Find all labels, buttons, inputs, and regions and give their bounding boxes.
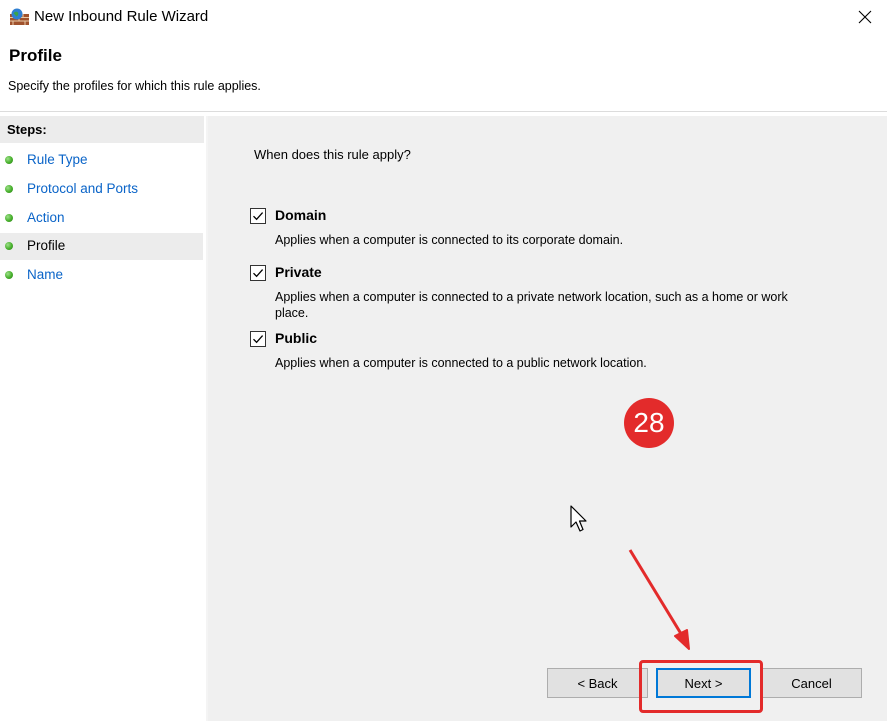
- question-label: When does this rule apply?: [254, 147, 411, 162]
- sidebar-item-protocol-and-ports[interactable]: Protocol and Ports: [0, 176, 203, 203]
- firewall-icon: [10, 8, 29, 25]
- next-button-highlight: [639, 660, 763, 713]
- step-status-icon: [5, 242, 13, 250]
- window-title: New Inbound Rule Wizard: [34, 8, 209, 25]
- sidebar-item-label: Name: [27, 267, 64, 282]
- public-description: Applies when a computer is connected to …: [275, 356, 647, 370]
- cancel-button[interactable]: Cancel: [761, 668, 862, 698]
- steps-heading: Steps:: [0, 116, 204, 143]
- back-button[interactable]: < Back: [547, 668, 648, 698]
- sidebar-item-rule-type[interactable]: Rule Type: [0, 147, 203, 174]
- checkmark-icon: [253, 212, 264, 221]
- sidebar-item-label: Protocol and Ports: [27, 181, 139, 196]
- step-status-icon: [5, 214, 13, 222]
- sidebar-item-label: Profile: [27, 238, 66, 253]
- main-panel: When does this rule apply? Domain Applie…: [208, 116, 887, 721]
- step-status-icon: [5, 271, 13, 279]
- public-checkbox[interactable]: [250, 331, 266, 347]
- step-status-icon: [5, 156, 13, 164]
- public-label[interactable]: Public: [275, 330, 317, 346]
- close-icon: [858, 10, 872, 24]
- checkmark-icon: [253, 335, 264, 344]
- checkmark-icon: [253, 269, 264, 278]
- sidebar-item-profile: Profile: [0, 233, 203, 260]
- sidebar-item-name[interactable]: Name: [0, 262, 203, 289]
- private-description: Applies when a computer is connected to …: [275, 290, 788, 320]
- domain-description: Applies when a computer is connected to …: [275, 233, 624, 247]
- private-checkbox[interactable]: [250, 265, 266, 281]
- wizard-header: Profile Specify the profiles for which t…: [0, 34, 887, 112]
- page-subtitle: Specify the profiles for which this rule…: [8, 79, 261, 93]
- mouse-cursor-icon: [570, 505, 587, 532]
- step-status-icon: [5, 185, 13, 193]
- title-bar: New Inbound Rule Wizard: [0, 0, 887, 34]
- steps-sidebar: Steps: Rule Type Protocol and Ports Acti…: [0, 116, 206, 721]
- domain-checkbox[interactable]: [250, 208, 266, 224]
- domain-label[interactable]: Domain: [275, 207, 326, 223]
- private-label[interactable]: Private: [275, 264, 322, 280]
- step-number-badge: 28: [624, 398, 674, 448]
- sidebar-item-label: Rule Type: [27, 152, 88, 167]
- sidebar-item-action[interactable]: Action: [0, 205, 203, 232]
- sidebar-item-label: Action: [27, 210, 65, 225]
- close-button[interactable]: [843, 0, 887, 34]
- page-title: Profile: [9, 46, 62, 65]
